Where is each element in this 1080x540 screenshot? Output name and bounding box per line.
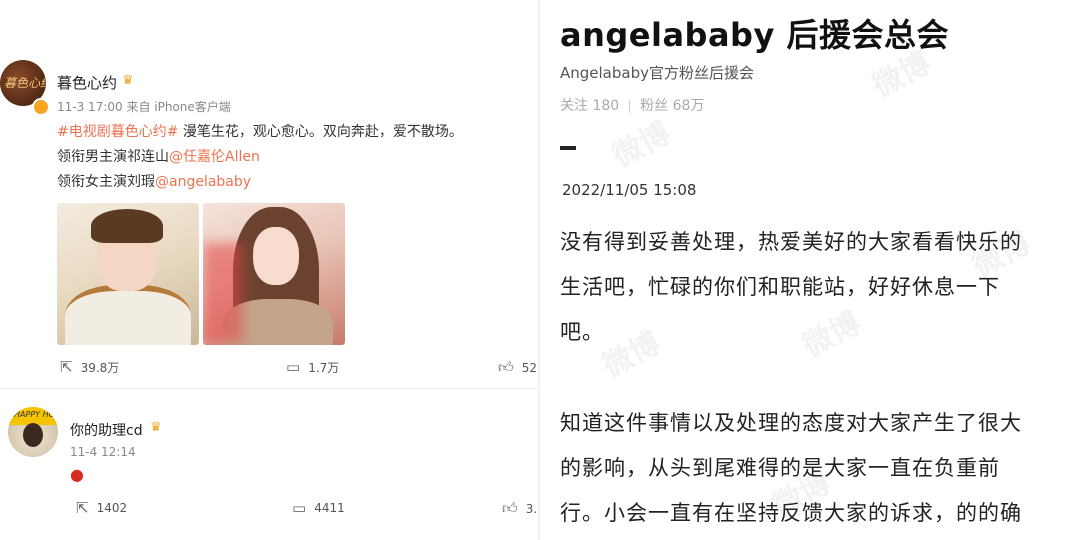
avatar-text: HAPPY HOLIDAY [14, 410, 58, 419]
fans-count[interactable]: 粉丝 68万 [640, 98, 704, 114]
thumbs-up-icon: 👍︎ [498, 358, 514, 376]
comment-count: 1.7万 [308, 360, 340, 375]
post-text-line: 领衔女主演刘瑕@angelababy [57, 171, 251, 191]
post-date: 2022/11/05 15:08 [562, 181, 697, 199]
article-line: 生活吧，忙碌的你们和职能站，好好休息一下 [560, 275, 1000, 299]
article-line: 吧。 [560, 320, 604, 344]
share-icon: ⇱ [60, 358, 73, 376]
article-line: 没有得到妥善处理，热爱美好的大家看看快乐的 [560, 230, 1022, 254]
comment-button[interactable]: ▭ 1.7万 [286, 358, 339, 376]
account-stats: 关注 180 粉丝 68万 [560, 95, 704, 115]
watermark: 微博 [596, 325, 667, 385]
post-meta: 11-3 17:00 来自 iPhone客户端 [57, 100, 231, 114]
post-image-actress[interactable] [203, 203, 345, 345]
watermark: 微博 [606, 115, 677, 175]
divider-mark [560, 146, 576, 150]
thumbs-up-icon: 👍︎ [502, 499, 518, 517]
verified-badge-icon [32, 98, 50, 116]
follow-count[interactable]: 关注 180 [560, 98, 619, 114]
crown-badge-icon: ♛ [122, 73, 134, 88]
mention-link[interactable]: @任嘉伦Allen [169, 149, 260, 165]
like-count: 3. [525, 501, 538, 516]
repost-button[interactable]: ⇱ 39.8万 [60, 358, 119, 376]
post-text-line: #电视剧暮色心约# 漫笔生花，观心愈心。双向奔赴，爱不散场。 [57, 121, 463, 141]
account-title[interactable]: angelababy 后援会总会 [560, 10, 949, 56]
repost-count: 1402 [96, 501, 128, 515]
post-text: 领衔男主演祁连山 [57, 149, 169, 165]
avatar-text: 暮色心约 [4, 76, 46, 90]
apple-emoji-icon: ● [70, 465, 84, 484]
post-image-actor[interactable] [57, 203, 199, 345]
mention-link[interactable]: @angelababy [155, 174, 251, 190]
post-user-name[interactable]: 暮色心约 [57, 72, 117, 93]
repost-count: 39.8万 [80, 360, 120, 375]
hashtag-link[interactable]: #电视剧暮色心约# [57, 124, 178, 140]
comment-count: 4411 [314, 501, 345, 515]
like-button[interactable]: 👍︎ 52 [498, 358, 537, 377]
repost-button[interactable]: ⇱ 1402 [76, 499, 127, 517]
article-line: 行。小会一直有在坚持反馈大家的诉求，的的确 [560, 501, 1022, 525]
commenter-avatar[interactable]: HAPPY HOLIDAY [8, 407, 58, 457]
like-count: 52 [521, 360, 537, 375]
post-text-line: 领衔男主演祁连山@任嘉伦Allen [57, 146, 260, 166]
comment-button[interactable]: ▭ 4411 [292, 499, 345, 517]
post-text: 漫笔生花，观心愈心。双向奔赴，爱不散场。 [178, 124, 463, 140]
comment-icon: ▭ [286, 358, 301, 376]
commenter-name[interactable]: 你的助理cd [70, 420, 143, 440]
comment-meta: 11-4 12:14 [70, 445, 136, 459]
crown-badge-icon: ♛ [150, 420, 162, 435]
article-line: 的影响，从头到尾难得的是大家一直在负重前 [560, 456, 1000, 480]
article-line: 知道这件事情以及处理的态度对大家产生了很大 [560, 411, 1022, 435]
watermark: 微博 [796, 305, 867, 365]
account-subtitle: Angelababy官方粉丝后援会 [560, 64, 754, 82]
share-icon: ⇱ [76, 499, 89, 517]
fanclub-post-panel: 微博 微博 微博 微博 微博 微博 angelababy 后援会总会 Angel… [540, 0, 1080, 540]
like-button[interactable]: 👍︎ 3. [502, 499, 537, 518]
post-text: 领衔女主演刘瑕 [57, 174, 155, 190]
weibo-post-panel: 暮色心约 暮色心约 ♛ 11-3 17:00 来自 iPhone客户端 #电视剧… [0, 0, 540, 540]
comment-icon: ▭ [292, 499, 307, 517]
divider [0, 388, 540, 389]
